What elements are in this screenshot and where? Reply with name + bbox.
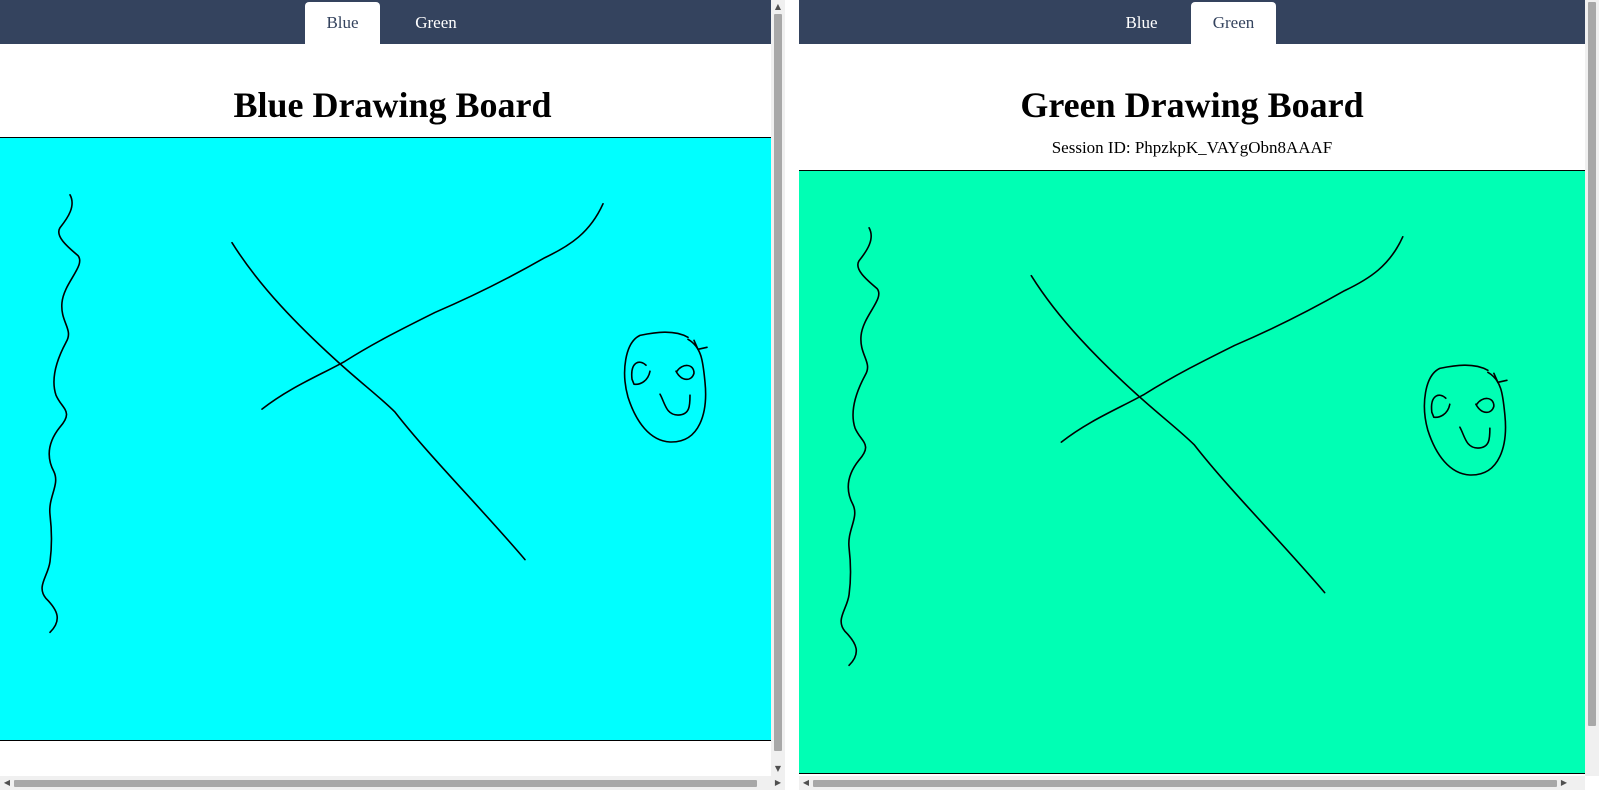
- canvas-drawing: [41, 194, 708, 634]
- cross-stroke-2: [1060, 235, 1404, 443]
- scroll-right-arrow-icon[interactable]: ▶: [1557, 776, 1571, 790]
- left-eye-stroke: [630, 361, 651, 386]
- drawing-canvas[interactable]: [0, 137, 785, 741]
- right-eye-stroke: [1475, 397, 1495, 414]
- page-title: Green Drawing Board: [1020, 85, 1364, 125]
- cross-stroke-2: [261, 202, 604, 410]
- wavy-line-stroke: [41, 194, 81, 634]
- drawing-canvas[interactable]: [799, 170, 1585, 774]
- tab-blue[interactable]: Blue: [305, 2, 380, 44]
- pane-divider: [785, 0, 799, 790]
- tab-green[interactable]: Green: [392, 2, 480, 44]
- horizontal-scrollbar[interactable]: ◀ ▶: [799, 776, 1585, 790]
- blue-board-pane: Blue Green Blue Drawing Board ▲ ▼ ◀ ▶: [0, 0, 785, 790]
- scroll-up-arrow-icon[interactable]: ▲: [771, 0, 785, 14]
- face-outline-stroke: [1423, 364, 1507, 476]
- wavy-line-stroke: [840, 227, 880, 667]
- top-navbar: Blue Green: [0, 0, 785, 44]
- cross-stroke-1: [231, 241, 526, 561]
- face-hair-stroke: [693, 339, 708, 351]
- scroll-left-arrow-icon[interactable]: ◀: [0, 776, 14, 790]
- green-board-pane: Blue Green Green Drawing Board Session I…: [799, 0, 1599, 790]
- page-title: Blue Drawing Board: [233, 85, 552, 125]
- canvas-drawing: [840, 227, 1508, 667]
- face-outline-stroke: [623, 331, 707, 443]
- horizontal-scroll-thumb[interactable]: [14, 780, 757, 787]
- scroll-right-arrow-icon[interactable]: ▶: [771, 776, 785, 790]
- scroll-down-arrow-icon[interactable]: ▼: [771, 762, 785, 776]
- cross-stroke-1: [1030, 274, 1326, 594]
- tab-green[interactable]: Green: [1191, 2, 1276, 44]
- face-hair-stroke: [1493, 372, 1508, 384]
- top-navbar: Blue Green: [799, 0, 1585, 44]
- scroll-left-arrow-icon[interactable]: ◀: [799, 776, 813, 790]
- vertical-scrollbar[interactable]: ▲ ▼: [771, 0, 785, 776]
- horizontal-scrollbar[interactable]: ◀ ▶: [0, 776, 785, 790]
- mouth-stroke: [1459, 426, 1491, 449]
- tab-blue[interactable]: Blue: [1104, 2, 1179, 44]
- horizontal-scroll-thumb[interactable]: [813, 780, 1557, 787]
- vertical-scroll-thumb[interactable]: [774, 14, 782, 751]
- vertical-scrollbar[interactable]: [1585, 0, 1599, 776]
- mouth-stroke: [659, 393, 691, 416]
- session-id-text: Session ID: PhpzkpK_VAYgObn8AAAF: [1051, 138, 1333, 157]
- vertical-scroll-thumb[interactable]: [1588, 2, 1596, 726]
- left-eye-stroke: [1430, 394, 1451, 419]
- right-eye-stroke: [675, 364, 695, 381]
